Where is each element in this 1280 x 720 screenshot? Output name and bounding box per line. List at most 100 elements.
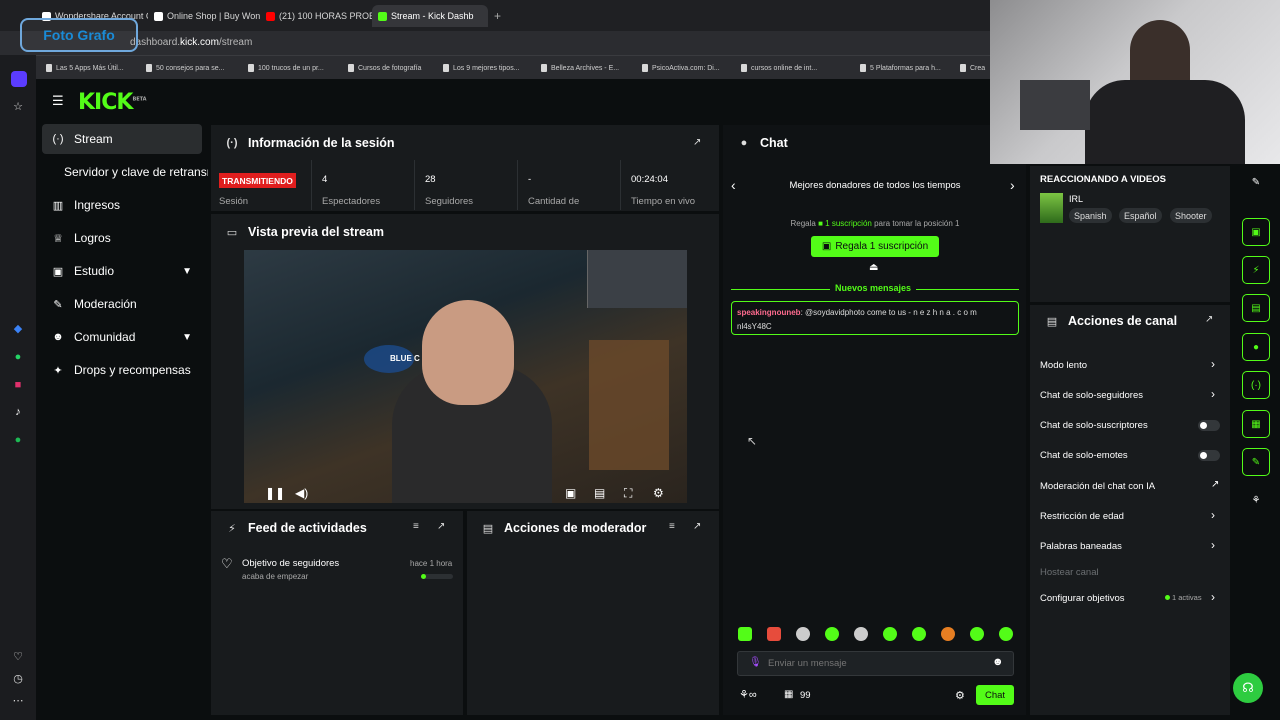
bookmark[interactable]: Los 9 mejores tipos... — [443, 64, 520, 72]
subscribers-only-toggle[interactable] — [1198, 420, 1220, 431]
emote-icon[interactable] — [999, 627, 1013, 641]
emote-icon[interactable] — [912, 627, 926, 641]
menu-icon[interactable]: ☰ — [52, 94, 65, 107]
popout-icon[interactable]: ↗ — [693, 521, 701, 532]
bookmark[interactable]: cursos online de int... — [741, 64, 817, 72]
filter-icon[interactable]: ≡ — [669, 521, 675, 532]
chevron-left-icon[interactable]: ‹ — [731, 177, 736, 193]
pip-icon[interactable]: ▣ — [565, 486, 576, 500]
popout-icon[interactable]: ↗ — [693, 137, 701, 148]
collapse-icon[interactable]: ⏏ — [869, 262, 878, 273]
pause-icon[interactable]: ❚❚ — [265, 486, 285, 500]
filter-icon[interactable]: ≡ — [413, 521, 419, 532]
emote-icon[interactable] — [854, 627, 868, 641]
wrench-icon[interactable]: ✎ — [1242, 448, 1270, 476]
nav-item-comunidad[interactable]: ☻ Comunidad ▼ — [42, 322, 202, 352]
points-icon[interactable]: ⚘∞ — [739, 688, 757, 701]
clock-icon[interactable]: ◷ — [11, 672, 25, 686]
chat-settings-gear-icon[interactable]: ⚙ — [955, 689, 965, 702]
bookmark[interactable]: 5 Plataformas para h... — [860, 64, 941, 72]
emote-icon[interactable] — [796, 627, 810, 641]
browser-tab-active[interactable]: Stream - Kick Dashb — [372, 5, 488, 27]
bookmark[interactable]: 100 trucos de un pr... — [248, 64, 324, 72]
nav-item-ingresos[interactable]: ▥ Ingresos — [42, 190, 202, 220]
emotes-only-toggle[interactable] — [1198, 450, 1220, 461]
store-icon[interactable]: ▦ — [784, 689, 793, 700]
heart-icon[interactable]: ♡ — [11, 650, 25, 664]
bookmark[interactable]: Belleza Archives - E... — [541, 64, 619, 72]
bolt-icon[interactable]: ⚡ — [1242, 256, 1270, 284]
subscribers-only-row[interactable]: Chat de solo-suscriptores — [1040, 420, 1148, 431]
chat-username[interactable]: speakingnouneb — [737, 308, 801, 317]
slow-mode-row[interactable]: Modo lento — [1040, 360, 1087, 371]
bookmark[interactable]: Las 5 Apps Más Útil... — [46, 64, 124, 72]
send-chat-button[interactable]: Chat — [976, 685, 1014, 705]
chevron-right-icon[interactable]: › — [1211, 538, 1215, 552]
microphone-icon[interactable]: 🎙 — [749, 657, 762, 668]
url-text[interactable]: dashboard.kick.com/stream — [130, 37, 252, 48]
fullscreen-icon[interactable]: ⛶ — [624, 486, 632, 501]
volume-icon[interactable]: ◀) — [295, 486, 308, 500]
bookmark[interactable]: PsicoActiva.com: Di... — [642, 64, 720, 72]
ai-moderation-row[interactable]: Moderación del chat con IA — [1040, 481, 1155, 492]
chevron-right-icon[interactable]: › — [1211, 357, 1215, 371]
gift-sub-button[interactable]: ▣ Regala 1 suscripción — [811, 236, 939, 257]
kick-logo[interactable]: KICKBETA — [78, 90, 147, 115]
messenger-icon[interactable]: ◆ — [11, 322, 25, 336]
emote-icon[interactable] — [941, 627, 955, 641]
banned-words-row[interactable]: Palabras baneadas — [1040, 541, 1122, 552]
tiktok-icon[interactable]: ♪ — [11, 405, 25, 419]
nav-item-drops[interactable]: ✦ Drops y recompensas — [42, 355, 202, 385]
nav-item-logros[interactable]: ♕ Logros — [42, 223, 202, 253]
chat-bubble-icon[interactable]: ● — [1242, 333, 1270, 361]
theater-icon[interactable]: ▤ — [594, 486, 605, 500]
nav-item-estudio[interactable]: ▣ Estudio ▼ — [42, 256, 202, 286]
emote-icon[interactable] — [970, 627, 984, 641]
chevron-right-icon[interactable]: › — [1010, 177, 1015, 193]
bookmark[interactable]: 50 consejos para se... — [146, 64, 225, 72]
stream-tag[interactable]: Español — [1119, 208, 1162, 223]
browser-tab[interactable]: (21) 100 HORAS PROBA — [260, 5, 372, 27]
star-icon[interactable]: ☆ — [11, 100, 25, 114]
emote-icon[interactable] — [767, 627, 781, 641]
stream-tag[interactable]: Spanish — [1069, 208, 1112, 223]
category-thumbnail[interactable] — [1040, 193, 1063, 223]
more-icon[interactable]: ⋯ — [11, 694, 25, 708]
settings-gear-icon[interactable]: ⚙ — [653, 486, 664, 500]
screen-icon[interactable]: ▣ — [1242, 218, 1270, 246]
nav-item-stream[interactable]: (·) Stream — [42, 124, 202, 154]
instagram-icon[interactable]: ■ — [11, 378, 25, 392]
bookmark[interactable]: Cursos de fotografía — [348, 64, 421, 72]
nav-item-server-key[interactable]: Servidor y clave de retransmisión — [54, 157, 208, 187]
stream-tag[interactable]: Shooter — [1170, 208, 1212, 223]
spotify-icon[interactable]: ● — [11, 433, 25, 447]
chevron-right-icon[interactable]: › — [1211, 387, 1215, 401]
emotes-only-row[interactable]: Chat de solo-emotes — [1040, 450, 1128, 461]
category-name[interactable]: IRL — [1069, 194, 1083, 204]
widgets-icon[interactable]: ⚘ — [1242, 486, 1270, 514]
home-app-icon[interactable] — [11, 71, 27, 87]
new-tab-button[interactable]: + — [488, 5, 506, 27]
chevron-right-icon[interactable]: › — [1211, 508, 1215, 522]
bookmark[interactable]: Crea — [960, 64, 985, 72]
emote-icon[interactable] — [883, 627, 897, 641]
chevron-right-icon[interactable]: › — [1211, 590, 1215, 604]
document-icon[interactable]: ▤ — [1242, 294, 1270, 322]
stream-video-preview[interactable]: BLUE C — [244, 250, 687, 503]
emoji-icon[interactable]: ☻ — [992, 656, 1004, 668]
nav-item-moderacion[interactable]: ✎ Moderación — [42, 289, 202, 319]
support-chat-icon[interactable]: ☊ — [1233, 673, 1263, 703]
external-link-icon[interactable]: ↗ — [1211, 479, 1219, 490]
popout-icon[interactable]: ↗ — [437, 521, 445, 532]
emote-icon[interactable] — [825, 627, 839, 641]
popout-icon[interactable]: ↗ — [1205, 314, 1213, 325]
age-restriction-row[interactable]: Restricción de edad — [1040, 511, 1124, 522]
followers-only-row[interactable]: Chat de solo-seguidores — [1040, 390, 1143, 401]
address-bar[interactable]: dashboard.kick.com/stream — [0, 31, 990, 55]
browser-tab[interactable]: Online Shop | Buy Wond — [148, 5, 260, 27]
configure-goals-row[interactable]: Configurar objetivos — [1040, 593, 1125, 604]
chat-input[interactable] — [768, 655, 968, 671]
edit-pencil-icon[interactable]: ✎ — [1242, 168, 1270, 196]
whatsapp-icon[interactable]: ● — [11, 350, 25, 364]
emote-icon[interactable] — [738, 627, 752, 641]
